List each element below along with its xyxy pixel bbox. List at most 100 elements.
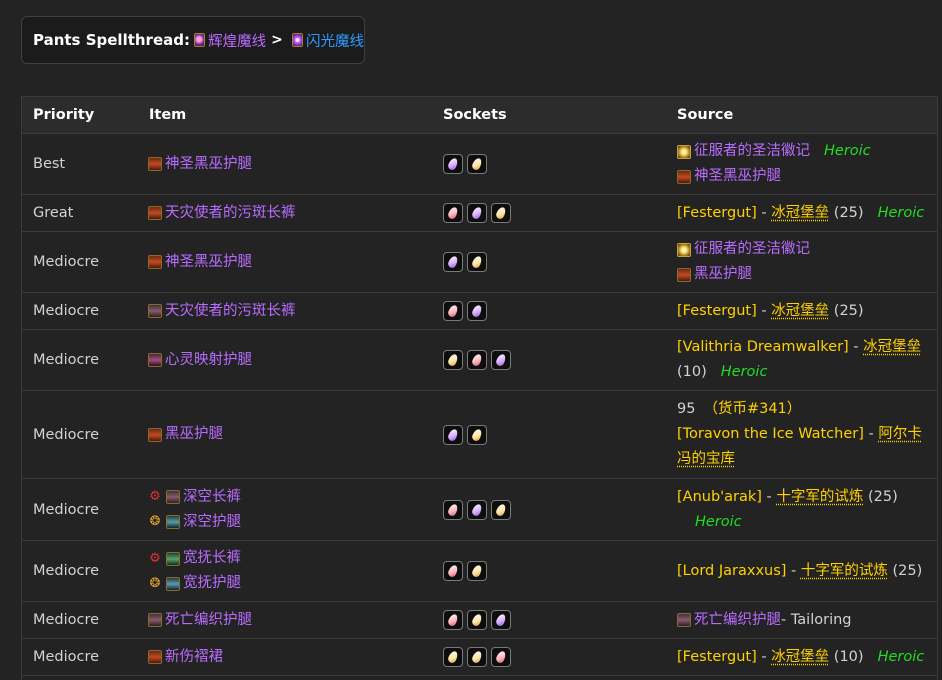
yellow-socket-icon[interactable] — [467, 561, 487, 581]
column-header-priority[interactable]: Priority — [33, 107, 94, 123]
boss-link[interactable]: [Anub'arak] — [677, 489, 762, 505]
spellthread-to-link[interactable]: 闪光魔线 — [306, 30, 364, 51]
boss-link[interactable]: [Valithria Dreamwalker] — [677, 339, 849, 355]
item-entry: 神圣黑巫护腿 — [148, 250, 438, 275]
meta-socket-icon[interactable] — [443, 154, 463, 174]
column-header-sockets[interactable]: Sockets — [443, 107, 507, 123]
meta-socket-icon[interactable] — [467, 499, 487, 520]
pink-socket-icon[interactable] — [443, 610, 463, 630]
zone-link[interactable]: 阿尔卡 — [878, 426, 922, 442]
sockets-cell — [443, 232, 673, 292]
meta-socket-icon[interactable] — [491, 350, 511, 370]
meta-socket-icon[interactable] — [443, 424, 463, 445]
item-link[interactable]: 神圣黑巫护腿 — [165, 152, 252, 177]
zone-link[interactable]: 十字军的试炼 — [801, 563, 888, 579]
sockets-cell — [443, 639, 673, 675]
yellow-socket-icon[interactable] — [467, 252, 487, 272]
yellow-socket-icon[interactable] — [443, 350, 463, 370]
socket-group — [443, 203, 673, 223]
source-item-link[interactable]: 死亡编织护腿 — [694, 608, 781, 633]
pink-socket-icon[interactable] — [443, 561, 463, 581]
item-cell: 神圣黑巫护腿 — [148, 232, 438, 292]
item-link[interactable]: 神圣黑巫护腿 — [165, 250, 252, 275]
source-drop-cont: (10) Heroic — [677, 360, 932, 385]
boss-link[interactable]: [Festergut] — [677, 205, 757, 221]
pants-brown-icon — [677, 267, 691, 282]
source-drop-cont: 冯的宝库 — [677, 447, 932, 472]
column-header-source[interactable]: Source — [677, 107, 733, 123]
source-item: 黑巫护腿 — [677, 262, 932, 287]
boss-link[interactable]: [Toravon the Ice Watcher] — [677, 426, 864, 442]
meta-socket-icon[interactable] — [443, 252, 463, 272]
source-cell: [Valithria Dreamwalker] - 冰冠堡垒 (10) Heroic — [677, 330, 932, 390]
meta-socket-icon[interactable] — [491, 610, 511, 630]
spellthread-from-link[interactable]: 辉煌魔线 — [208, 30, 266, 51]
source-item-link[interactable]: 征服者的圣洁徽记 — [694, 139, 810, 164]
item-link[interactable]: 宽抚长裤 — [183, 546, 241, 571]
yellow-socket-icon[interactable] — [491, 203, 511, 223]
priority-label: Mediocre — [33, 254, 100, 270]
priority-label: Mediocre — [33, 501, 100, 518]
source-drop: [Anub'arak] - 十字军的试炼 (25) — [677, 485, 932, 510]
meta-socket-icon[interactable] — [467, 301, 487, 321]
meta-socket-icon[interactable] — [467, 203, 487, 223]
item-link[interactable]: 黑巫护腿 — [165, 422, 223, 447]
source-cell: [Lord Jaraxxus] - 十字军的试炼 (25) — [677, 541, 932, 601]
item-entry: 神圣黑巫护腿 — [148, 152, 438, 177]
zone-link[interactable]: 冰冠堡垒 — [771, 205, 829, 221]
sockets-cell — [443, 391, 673, 478]
source-dash: - — [761, 488, 777, 505]
raid-size: (25) — [829, 302, 864, 319]
boss-link[interactable]: [Festergut] — [677, 303, 757, 319]
item-entry: 天灾使者的污斑长裤 — [148, 299, 438, 324]
item-link[interactable]: 心灵映射护腿 — [165, 348, 252, 373]
pink-socket-icon[interactable] — [491, 647, 511, 667]
priority-label: Mediocre — [33, 303, 100, 319]
yellow-socket-icon[interactable] — [467, 154, 487, 174]
source-cell: [Anub'arak] - 十字军的试炼 (25) Heroic — [677, 479, 932, 540]
zone-link[interactable]: 冰冠堡垒 — [771, 303, 829, 319]
source-dash: - — [756, 204, 772, 221]
item-link[interactable]: 新伤褶裙 — [165, 645, 223, 670]
pants-teal-icon — [166, 576, 180, 591]
item-cell: 神圣黑巫护腿 — [148, 134, 438, 194]
pants-brown-icon — [148, 206, 162, 220]
gear-table: Priority Item Sockets Source Best 神圣黑巫护腿征… — [21, 96, 938, 680]
pink-socket-icon[interactable] — [467, 350, 487, 370]
currency-link[interactable]: （货币#341） — [703, 401, 801, 417]
source-item-link[interactable]: 黑巫护腿 — [694, 262, 752, 287]
pink-socket-icon[interactable] — [443, 203, 463, 223]
yellow-socket-icon[interactable] — [467, 610, 487, 630]
item-link[interactable]: 天灾使者的污斑长裤 — [165, 299, 296, 324]
item-entry: 新伤褶裙 — [148, 645, 438, 670]
zone-link[interactable]: 冰冠堡垒 — [771, 649, 829, 665]
column-header-item[interactable]: Item — [149, 107, 186, 123]
pink-socket-icon[interactable] — [443, 301, 463, 321]
item-link[interactable]: 宽抚护腿 — [183, 571, 241, 596]
source-drop: [Festergut] - 冰冠堡垒 (25) — [677, 299, 932, 324]
source-item-link[interactable]: 征服者的圣洁徽记 — [694, 237, 810, 262]
item-link[interactable]: 深空长裤 — [183, 485, 241, 510]
item-link[interactable]: 深空护腿 — [183, 510, 241, 535]
boss-link[interactable]: [Lord Jaraxxus] — [677, 563, 786, 579]
source-drop: [Toravon the Ice Watcher] - 阿尔卡 — [677, 422, 932, 447]
yellow-socket-icon[interactable] — [467, 424, 487, 445]
yellow-socket-icon[interactable] — [443, 647, 463, 667]
item-link[interactable]: 死亡编织护腿 — [165, 608, 252, 633]
socket-group — [443, 154, 673, 174]
zone-link[interactable]: 十字军的试炼 — [776, 489, 863, 505]
source-item-link[interactable]: 神圣黑巫护腿 — [694, 164, 781, 189]
yellow-socket-icon[interactable] — [467, 647, 487, 667]
source-drop: [Festergut] - 冰冠堡垒 (10) Heroic — [677, 645, 932, 670]
zone-link[interactable]: 冯的宝库 — [677, 451, 735, 467]
boss-link[interactable]: [Festergut] — [677, 649, 757, 665]
spellthread-label: Pants Spellthread: — [33, 31, 190, 49]
pink-socket-icon[interactable] — [443, 499, 463, 520]
zone-link[interactable]: 冰冠堡垒 — [863, 339, 921, 355]
table-body: Best 神圣黑巫护腿 征服者的圣洁徽记 Heroic 神圣黑巫护腿 Great 天灾使者的… — [22, 134, 937, 676]
heroic-badge: Heroic — [695, 513, 742, 530]
item-link[interactable]: 天灾使者的污斑长裤 — [165, 201, 296, 226]
yellow-socket-icon[interactable] — [491, 499, 511, 520]
priority-label: Great — [33, 205, 74, 221]
source-cell: 征服者的圣洁徽记 黑巫护腿 — [677, 232, 932, 292]
